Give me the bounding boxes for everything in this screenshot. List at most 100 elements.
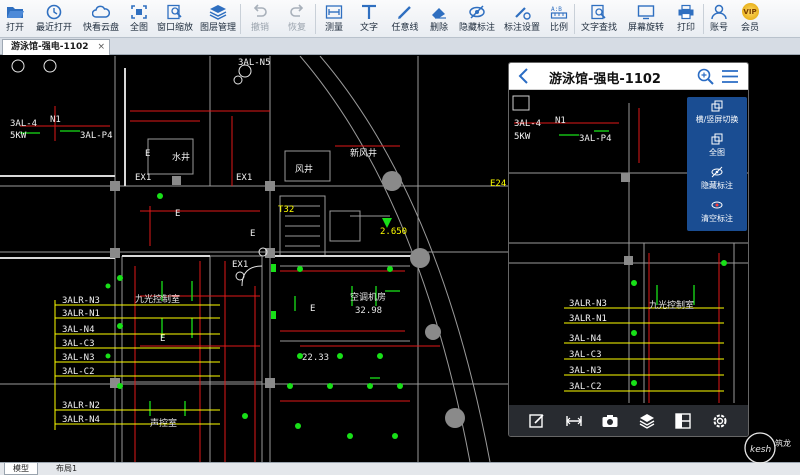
cad-label: 风井 bbox=[295, 163, 313, 175]
toolbar-button-label: 删除 bbox=[429, 23, 448, 33]
toolbar-button-layers[interactable]: 图层管理 bbox=[196, 0, 240, 38]
toolbar-button-rotate-screen[interactable]: 屏幕旋转 bbox=[623, 0, 669, 38]
zoom-window-icon bbox=[166, 3, 184, 20]
measure-icon bbox=[325, 3, 343, 20]
toolbar-button-undo[interactable]: 撤销 bbox=[241, 0, 279, 38]
cad-elevation-label: E24 bbox=[490, 179, 506, 189]
mobile-title: 游泳馆-强电-1102 bbox=[549, 72, 661, 87]
mobile-cad-label: 5KW bbox=[514, 132, 531, 142]
cad-label: 新风井 bbox=[350, 147, 377, 159]
close-tab-icon[interactable]: × bbox=[97, 40, 105, 55]
toolbar-button-redo[interactable]: 恢复 bbox=[279, 0, 315, 38]
cad-label: 3AL-4 bbox=[10, 119, 37, 129]
toolbar-button-printer[interactable]: 打印 bbox=[669, 0, 703, 38]
svg-text:kesh: kesh bbox=[750, 445, 771, 455]
menu-item-label: 全图 bbox=[709, 148, 725, 157]
toolbar-button-label: 图层管理 bbox=[199, 23, 236, 33]
layout-tabs: 模型 布局1 bbox=[0, 462, 800, 475]
toolbar-button-label: 标注设置 bbox=[503, 23, 540, 33]
svg-text:A:B: A:B bbox=[551, 6, 562, 13]
toolbar-button-label: 比例 bbox=[549, 23, 568, 33]
toolbar-button-clock[interactable]: 最近打开 bbox=[30, 0, 78, 38]
toolbar-button-label: 撤销 bbox=[250, 23, 269, 33]
toolbar-button-vip[interactable]: VIP 会员 bbox=[734, 0, 766, 38]
cad-label: 3AL-N3 bbox=[62, 353, 95, 363]
cad-room-label: 22.33 bbox=[302, 353, 329, 363]
toolbar-button-annotation-settings[interactable]: 标注设置 bbox=[500, 0, 544, 38]
toolbar-button-text-search[interactable]: 文字查找 bbox=[575, 0, 623, 38]
toolbar-button-zoom-window[interactable]: 窗口缩放 bbox=[154, 0, 196, 38]
user-icon bbox=[710, 3, 728, 20]
fit-view-icon bbox=[711, 133, 723, 145]
mobile-bottom-toolbar bbox=[509, 405, 748, 436]
toolbar-button-label: 文字 bbox=[359, 23, 378, 33]
layers-icon[interactable] bbox=[638, 412, 656, 430]
toolbar-button-label: 账号 bbox=[709, 23, 728, 33]
menu-orientation-toggle[interactable]: 横/竖屏切换 bbox=[687, 97, 747, 130]
measure-icon[interactable] bbox=[565, 412, 583, 430]
document-tab-title: 游泳馆-强电-1102 bbox=[11, 42, 89, 52]
edit-icon[interactable] bbox=[528, 412, 546, 430]
mobile-cad-label: 3ALR-N1 bbox=[569, 314, 607, 324]
mobile-cad-label: 3AL-C3 bbox=[569, 350, 602, 360]
cad-label: 水井 bbox=[172, 151, 190, 163]
tab-layout1[interactable]: 布局1 bbox=[48, 463, 85, 475]
clock-icon bbox=[45, 3, 63, 20]
zoom-search-icon[interactable] bbox=[697, 68, 714, 85]
toolbar-button-label: 会员 bbox=[740, 23, 759, 33]
menu-clear-annotation[interactable]: 清空标注 bbox=[687, 196, 747, 229]
annotation-settings-icon bbox=[513, 3, 531, 20]
toolbar-button-label: 文字查找 bbox=[580, 23, 617, 33]
cad-label: E bbox=[310, 304, 315, 314]
toolbar-button-pen[interactable]: 任意线 bbox=[386, 0, 424, 38]
text-icon bbox=[360, 3, 378, 20]
toolbar-button-label: 隐藏标注 bbox=[458, 23, 495, 33]
folder-open-icon bbox=[6, 3, 24, 20]
layout-icon[interactable] bbox=[674, 412, 692, 430]
toolbar-button-cloud[interactable]: 快看云盘 bbox=[78, 0, 124, 38]
settings-icon[interactable] bbox=[711, 412, 729, 430]
hamburger-menu-icon[interactable] bbox=[721, 68, 739, 85]
toolbar-button-folder-open[interactable]: 打开 bbox=[0, 0, 30, 38]
pen-icon bbox=[396, 3, 414, 20]
menu-fit-view[interactable]: 全图 bbox=[687, 130, 747, 163]
toolbar-button-measure[interactable]: 测量 bbox=[316, 0, 352, 38]
eye-hide-icon bbox=[711, 166, 723, 178]
vip-icon: VIP bbox=[741, 3, 759, 20]
cad-label: 3ALR-N3 bbox=[62, 296, 100, 306]
mobile-cad-label: 3AL-N3 bbox=[569, 366, 602, 376]
mobile-dropdown-menu: 横/竖屏切换 全图 隐藏标注 清空标注 bbox=[687, 97, 747, 231]
toolbar-button-label: 全图 bbox=[129, 23, 148, 33]
toolbar-button-user[interactable]: 账号 bbox=[704, 0, 734, 38]
cad-label: E bbox=[175, 209, 180, 219]
cad-label: E bbox=[250, 229, 255, 239]
toolbar-button-scale[interactable]: A:B 比例 bbox=[544, 0, 574, 38]
tab-model[interactable]: 模型 bbox=[4, 463, 38, 475]
camera-icon[interactable] bbox=[601, 412, 619, 430]
vip-badge: VIP bbox=[741, 3, 759, 20]
menu-hide-annotation[interactable]: 隐藏标注 bbox=[687, 163, 747, 196]
cloud-icon bbox=[92, 3, 110, 20]
toolbar-button-text[interactable]: 文字 bbox=[352, 0, 386, 38]
cad-label: 3AL-P4 bbox=[80, 131, 113, 141]
back-arrow-icon[interactable] bbox=[517, 67, 531, 85]
toolbar-button-label: 最近打开 bbox=[35, 23, 72, 33]
cad-label: 3AL-N5 bbox=[238, 58, 271, 68]
toolbar-button-label: 恢复 bbox=[287, 23, 306, 33]
toolbar-button-eraser[interactable]: 删除 bbox=[424, 0, 454, 38]
mobile-preview-panel[interactable]: 3AL-4 N1 5KW 3AL-P4 3ALR-N3 3ALR-N1 3AL-… bbox=[508, 62, 749, 437]
toolbar-button-label: 测量 bbox=[324, 23, 343, 33]
toolbar-button-fit-view[interactable]: 全图 bbox=[124, 0, 154, 38]
cad-label: 3AL-C3 bbox=[62, 339, 95, 349]
document-tab[interactable]: 游泳馆-强电-1102 × bbox=[2, 39, 110, 55]
mobile-cad-label: 3ALR-N3 bbox=[569, 299, 607, 309]
toolbar-button-label: 快看云盘 bbox=[82, 23, 119, 33]
eraser-icon bbox=[430, 3, 448, 20]
cad-room-label: 32.98 bbox=[355, 306, 382, 316]
cad-room-label: 九光控制室 bbox=[135, 293, 180, 305]
cad-label: EX1 bbox=[232, 260, 248, 270]
toolbar-button-eye-hide[interactable]: 隐藏标注 bbox=[454, 0, 500, 38]
menu-item-label: 隐藏标注 bbox=[701, 181, 733, 190]
main-toolbar: 打开 最近打开 快看云盘 全图 窗口缩放 图层管理 撤销 恢复 测量 文字 任意线 删除 隐藏标注 标注设… bbox=[0, 0, 800, 38]
eye-hide-icon bbox=[468, 3, 486, 20]
